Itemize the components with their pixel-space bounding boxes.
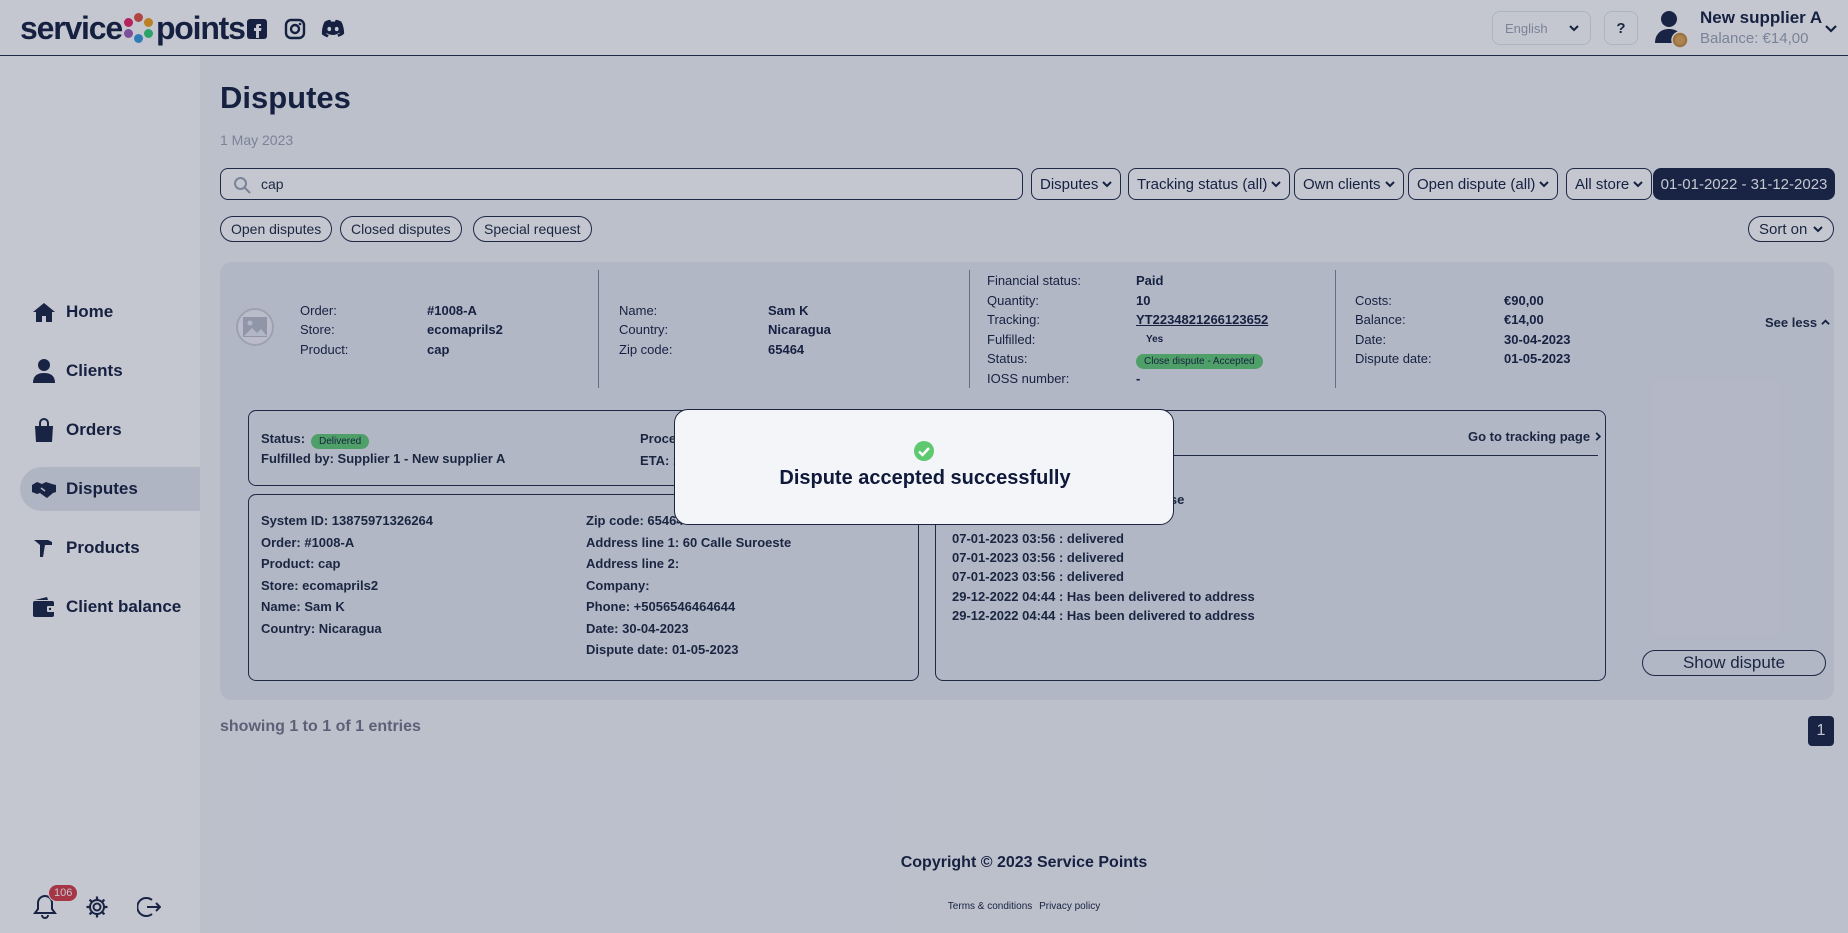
success-dialog: Dispute accepted successfully xyxy=(674,409,1174,525)
success-check-icon xyxy=(913,440,935,467)
success-message: Dispute accepted successfully xyxy=(779,467,1071,489)
